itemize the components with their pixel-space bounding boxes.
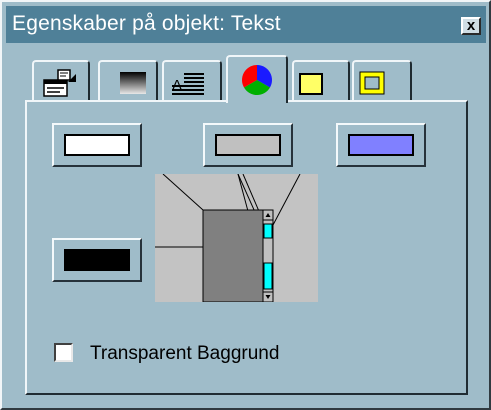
swatch-white-button[interactable] — [52, 123, 142, 167]
transparent-checkbox-label: Transparent Baggrund — [90, 343, 280, 364]
transparent-checkbox[interactable] — [54, 343, 73, 362]
tab-gradient[interactable] — [98, 60, 158, 101]
swatch-black — [64, 249, 130, 271]
tab-border[interactable] — [352, 60, 412, 101]
swatch-gray-button[interactable] — [203, 123, 293, 167]
tab-text-align[interactable]: A — [162, 60, 222, 101]
tab-colors[interactable] — [226, 55, 288, 103]
gradient-icon — [120, 72, 146, 94]
color-preview — [155, 173, 318, 303]
tab-fill[interactable] — [292, 60, 350, 101]
properties-dialog: Egenskaber på objekt: Tekst x Transparen… — [0, 0, 491, 410]
window-title: Egenskaber på objekt: Tekst — [12, 12, 281, 35]
tab-properties[interactable] — [32, 60, 90, 101]
swatch-blue-button[interactable] — [336, 123, 426, 167]
yellow-fill-icon — [299, 73, 323, 95]
swatch-white — [64, 134, 130, 156]
properties-icon — [43, 69, 76, 97]
close-button[interactable]: x — [461, 17, 481, 35]
swatch-blue — [348, 134, 414, 156]
color-wheel-icon — [242, 65, 272, 95]
text-align-icon: A — [172, 73, 204, 95]
preview-diagram — [155, 173, 301, 303]
preview-object — [202, 209, 264, 303]
title-bar: Egenskaber på objekt: Tekst x — [6, 6, 486, 43]
preview-scrollbar-thumb — [263, 223, 273, 239]
swatch-gray — [215, 134, 281, 156]
yellow-border-icon — [359, 71, 385, 95]
swatch-black-button[interactable] — [52, 238, 142, 282]
